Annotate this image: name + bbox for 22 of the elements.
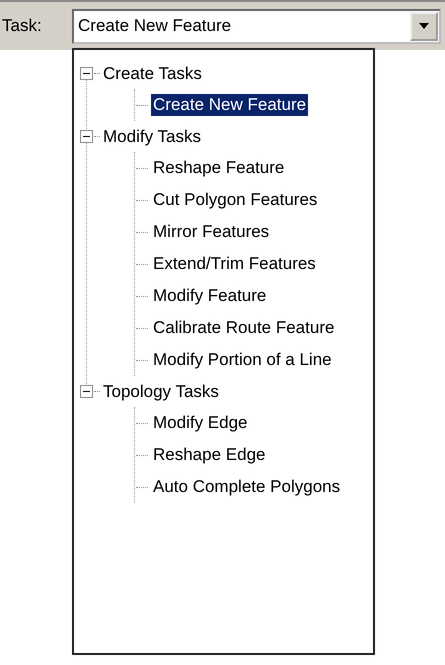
collapse-icon[interactable] (80, 385, 93, 398)
tree-item[interactable]: Mirror Features (151, 221, 272, 243)
dropdown-button[interactable] (410, 12, 438, 40)
caret-icon (419, 23, 429, 29)
collapse-icon[interactable] (80, 130, 93, 143)
tree-item[interactable]: Modify Portion of a Line (151, 349, 334, 371)
tree-item[interactable]: Auto Complete Polygons (151, 476, 342, 498)
task-value: Create New Feature (77, 16, 232, 36)
tree-item[interactable]: Extend/Trim Features (151, 253, 318, 275)
tree-item[interactable]: Calibrate Route Feature (151, 317, 336, 339)
tree-item[interactable]: Cut Polygon Features (151, 189, 320, 211)
tree-item[interactable]: Create New Feature (151, 94, 308, 116)
task-label: Task: (2, 16, 43, 36)
collapse-icon[interactable] (80, 67, 93, 80)
tree-group-label[interactable]: Topology Tasks (103, 382, 219, 402)
tree-group-label[interactable]: Create Tasks (103, 64, 202, 84)
tree-item[interactable]: Modify Edge (151, 412, 250, 434)
tree-group-label[interactable]: Modify Tasks (103, 126, 201, 146)
tree-item[interactable]: Reshape Edge (151, 444, 268, 466)
tree-item[interactable]: Reshape Feature (151, 157, 286, 179)
task-dropdown[interactable]: Create New Feature (72, 8, 441, 44)
tree-item[interactable]: Modify Feature (151, 285, 268, 307)
